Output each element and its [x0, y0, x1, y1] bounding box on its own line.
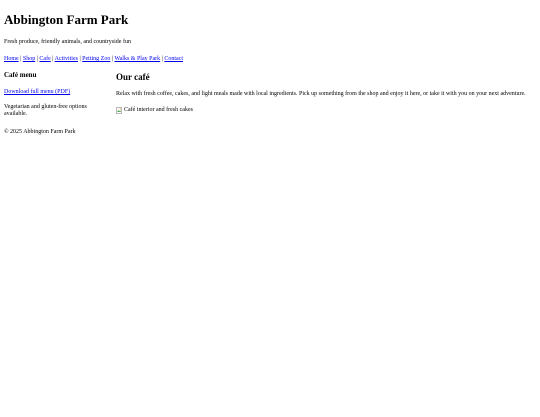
broken-image-icon — [116, 106, 122, 114]
nav-separator: | — [52, 56, 54, 62]
sidebar: Café menu Download full menu (PDF) Veget… — [4, 71, 108, 118]
nav-separator: | — [20, 56, 22, 62]
nav-separator: | — [36, 56, 38, 62]
cafe-image: Café interior and fresh cakes — [116, 106, 530, 114]
site-title: Abbington Farm Park — [4, 12, 129, 27]
sidebar-note: Vegetarian and gluten-free options avail… — [4, 104, 87, 117]
nav-link-activities[interactable]: Activities — [55, 56, 78, 62]
page: Abbington Farm Park Fresh produce, frien… — [0, 12, 540, 136]
sidebar-heading: Café menu — [4, 71, 37, 79]
nav-link-petting-zoo[interactable]: Petting Zoo — [82, 56, 110, 62]
nav-separator: | — [111, 56, 114, 62]
nav-link-contact[interactable]: Contact — [164, 56, 183, 62]
nav-separator: | — [161, 56, 163, 62]
nav-link-cafe[interactable]: Cafe — [39, 56, 50, 62]
intro-paragraph: Relax with fresh coffee, cakes, and ligh… — [116, 91, 526, 97]
copyright-text: © 2025 Abbington Farm Park — [4, 129, 76, 135]
footer: © 2025 Abbington Farm Park — [4, 128, 536, 136]
site-tagline: Fresh produce, friendly animals, and cou… — [4, 39, 131, 45]
download-menu-link[interactable]: Download full menu (PDF) — [4, 88, 70, 96]
nav-link-shop[interactable]: Shop — [23, 56, 35, 62]
image-alt-text: Café interior and fresh cakes — [124, 107, 193, 113]
nav-separator: | — [79, 56, 81, 62]
page-heading: Our café — [116, 72, 150, 82]
main-content: Our café Relax with fresh coffee, cakes,… — [116, 71, 536, 118]
content-layout: Café menu Download full menu (PDF) Veget… — [4, 71, 536, 118]
main-nav: Home | Shop | Cafe | Activities | Pettin… — [4, 55, 536, 63]
nav-link-home[interactable]: Home — [4, 56, 19, 62]
nav-link-walks-play-park[interactable]: Walks & Play Park — [114, 56, 160, 62]
